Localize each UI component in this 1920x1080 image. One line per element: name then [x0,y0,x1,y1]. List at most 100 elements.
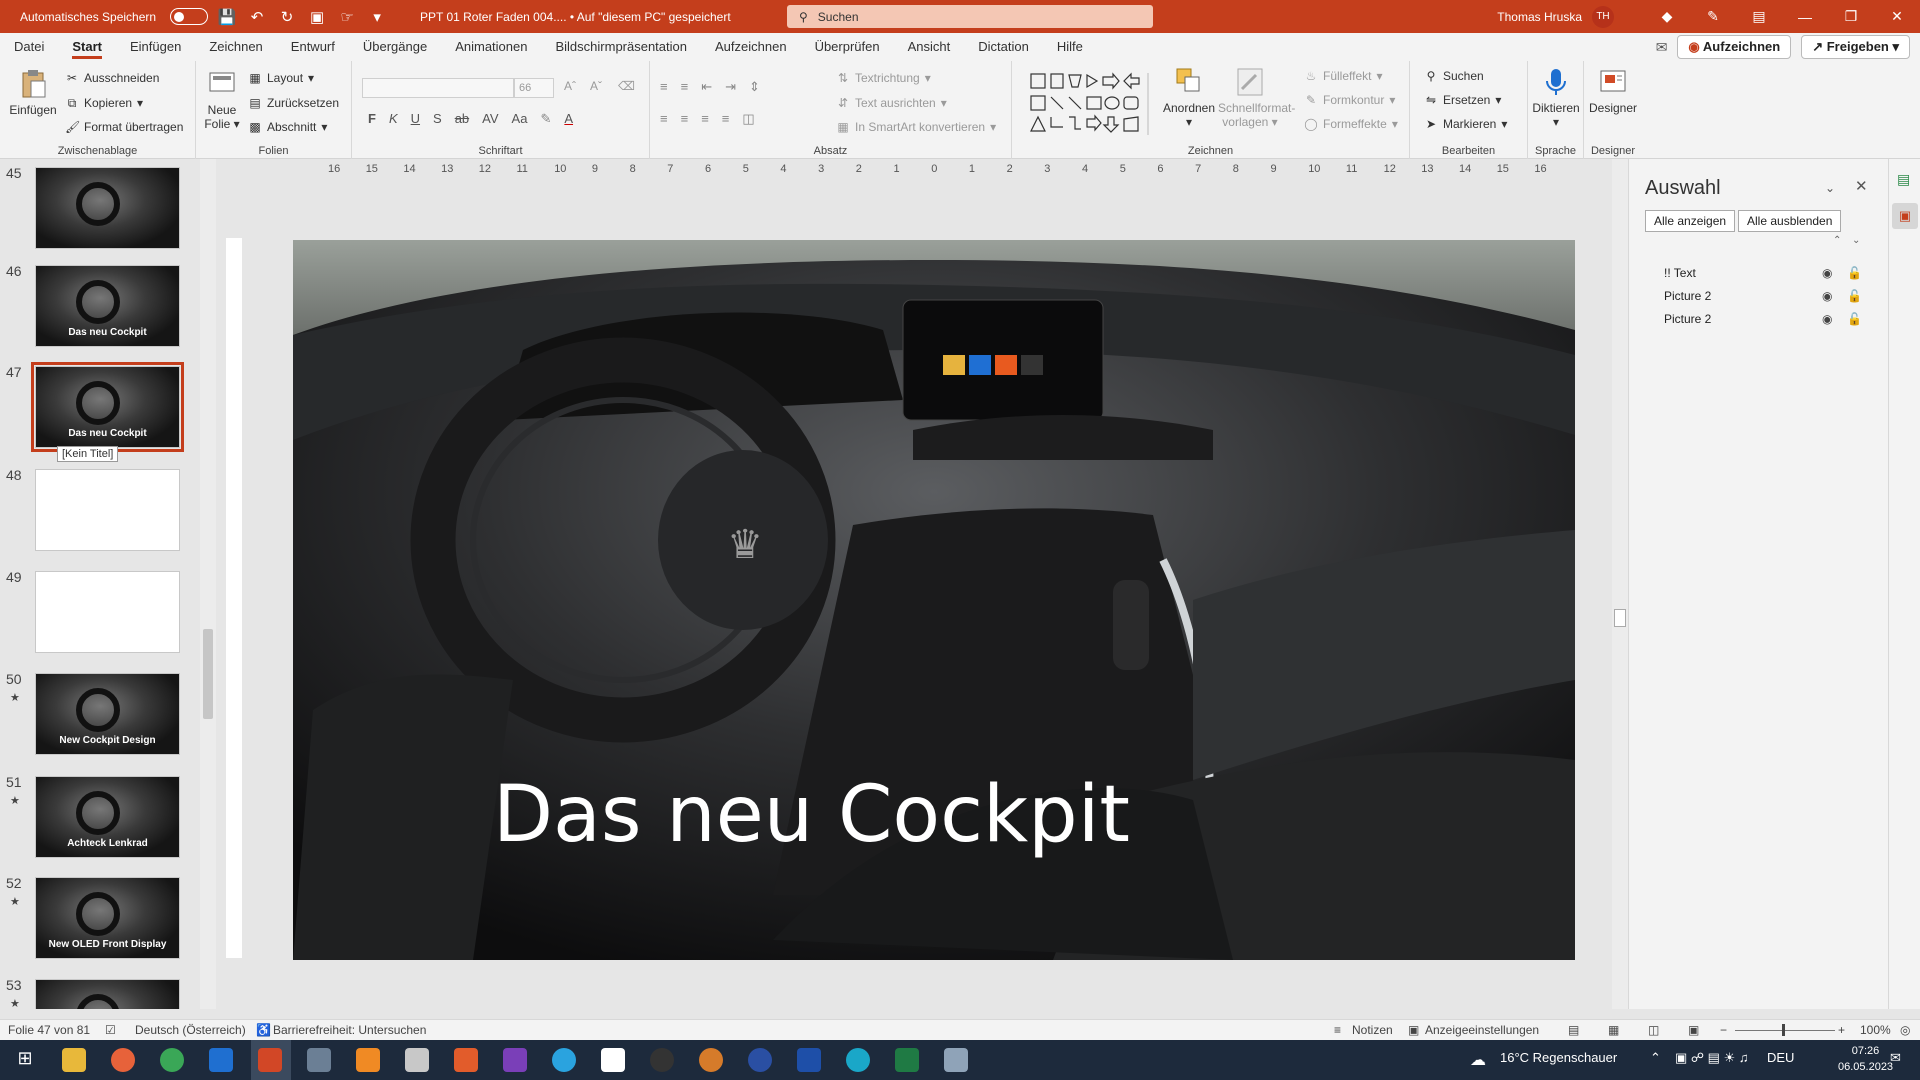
restore-icon[interactable]: ❐ [1828,8,1874,25]
visibility-eye-icon[interactable]: ◉ [1822,312,1832,326]
tab-uebergaenge[interactable]: Übergänge [349,33,441,61]
premium-icon[interactable]: ◆ [1644,8,1690,25]
app-icon[interactable] [748,1048,772,1072]
tab-ansicht[interactable]: Ansicht [894,33,965,61]
designer-button[interactable]: Designer [1586,67,1640,115]
tray-icons[interactable]: ▣ ☍ ▤ ☀ ♫ [1675,1050,1749,1066]
windows-start-icon[interactable]: ⊞ [13,1048,37,1072]
chrome-icon[interactable] [160,1048,184,1072]
slide-thumbnail[interactable]: Das neu Cockpit [35,265,180,347]
highlight-icon[interactable]: ✎ [540,111,551,127]
shape-outline-button[interactable]: ✎ Formkontur ▾ [1304,93,1395,107]
accessibility-check[interactable]: Barrierefreiheit: Untersuchen [273,1023,426,1037]
visibility-eye-icon[interactable]: ◉ [1822,289,1832,303]
font-shrink-button[interactable]: Aˇ [590,79,602,93]
slide-sorter-icon[interactable]: ▦ [1608,1023,1619,1037]
close-pane-icon[interactable]: ✕ [1855,177,1868,195]
clock[interactable]: 07:26 06.05.2023 [1838,1043,1893,1075]
comments-pane-icon[interactable]: ▤ [1897,171,1910,188]
tab-einfuegen[interactable]: Einfügen [116,33,195,61]
font-family-select[interactable] [362,78,514,98]
hide-all-button[interactable]: Alle ausblenden [1738,210,1842,232]
display-settings-icon[interactable]: ▣ [1408,1023,1419,1037]
input-language[interactable]: DEU [1767,1050,1794,1065]
line-spacing-icon[interactable]: ⇕ [749,79,760,95]
selection-pane-icon[interactable]: ▣ [1892,203,1918,229]
change-case-button[interactable]: Aa [512,111,528,127]
fit-slide-icon[interactable]: ◎ [1900,1023,1910,1037]
undo-icon[interactable]: ↶ [246,8,268,26]
weather-icon[interactable]: ☁ [1470,1050,1486,1070]
language-indicator[interactable]: Deutsch (Österreich) [135,1023,246,1037]
underline-button[interactable]: U [411,111,420,127]
file-explorer-icon[interactable] [62,1048,86,1072]
align-center-icon[interactable]: ≡ [681,111,689,127]
show-all-button[interactable]: Alle anzeigen [1645,210,1736,232]
reading-view-icon[interactable]: ◫ [1648,1023,1659,1037]
telegram-icon[interactable] [552,1048,576,1072]
text-direction-button[interactable]: ⇅ Textrichtung ▾ [836,71,931,85]
comments-icon[interactable]: ✉ [1656,39,1668,56]
justify-icon[interactable]: ≡ [722,111,730,127]
replace-button[interactable]: ⇋ Ersetzen ▾ [1424,93,1501,107]
present-icon[interactable]: ▣ [306,8,328,26]
section-button[interactable]: ▩ Abschnitt ▾ [248,120,327,134]
unlock-icon[interactable]: 🔓 [1847,266,1862,280]
slide-thumbnail[interactable]: New Cockpit Design [35,673,180,755]
app-icon[interactable] [454,1048,478,1072]
edge-icon[interactable] [846,1048,870,1072]
display-settings-button[interactable]: Anzeigeeinstellungen [1425,1023,1539,1037]
zoom-slider-handle[interactable] [1782,1024,1785,1036]
document-title[interactable]: PPT 01 Roter Faden 004.... • Auf "diesem… [420,10,780,24]
zoom-out-icon[interactable]: − [1720,1023,1727,1037]
dictate-button[interactable]: Diktieren ▾ [1530,67,1582,129]
selection-item[interactable]: !! Text [1664,266,1696,280]
app-icon[interactable] [601,1048,625,1072]
autosave-toggle[interactable] [170,8,209,25]
save-icon[interactable]: 💾 [216,8,238,26]
word-icon[interactable] [797,1048,821,1072]
slide-thumbnail[interactable] [35,167,180,249]
tab-aufzeichnen[interactable]: Aufzeichnen [701,33,801,61]
firefox-icon[interactable] [111,1048,135,1072]
font-color-button[interactable]: A [564,111,573,127]
unlock-icon[interactable]: 🔓 [1847,289,1862,303]
record-button[interactable]: ◉ Aufzeichnen [1677,35,1792,59]
search-box[interactable]: ⚲ Suchen [787,5,1153,28]
slide-thumbnail[interactable]: Achteck Lenkrad [35,776,180,858]
close-icon[interactable]: ✕ [1874,8,1920,25]
tab-entwurf[interactable]: Entwurf [277,33,349,61]
paste-button[interactable]: Einfügen [8,69,58,117]
copy-button[interactable]: ⧉ Kopieren ▾ [65,96,143,110]
touch-mode-icon[interactable]: ☞ [336,8,358,26]
thumbnail-scrollbar[interactable] [200,159,216,1009]
slide-canvas[interactable]: ♛ Das neu Cockpit [293,240,1575,960]
slide-thumbnail[interactable]: Das neu Cockpit [31,362,184,452]
zoom-in-icon[interactable]: + [1838,1023,1845,1037]
shapes-gallery[interactable] [1020,69,1160,135]
visibility-eye-icon[interactable]: ◉ [1822,266,1832,280]
columns-icon[interactable]: ◫ [742,111,754,127]
align-right-icon[interactable]: ≡ [701,111,709,127]
spellcheck-icon[interactable]: ☑ [105,1023,116,1037]
minimize-icon[interactable]: — [1782,9,1828,25]
powerpoint-icon[interactable] [258,1048,282,1072]
canvas-scrollbar-handle[interactable] [1614,609,1626,627]
move-up-icon[interactable]: ⌃ [1833,235,1841,246]
normal-view-icon[interactable]: ▤ [1568,1023,1579,1037]
slide-thumbnail[interactable]: New OLED Front Display [35,877,180,959]
notes-icon[interactable]: ≡ [1334,1023,1341,1037]
slide-thumbnail[interactable] [35,979,180,1009]
tab-ueberpruefen[interactable]: Überprüfen [801,33,894,61]
excel-icon[interactable] [895,1048,919,1072]
slideshow-icon[interactable]: ▣ [1688,1023,1699,1037]
tab-hilfe[interactable]: Hilfe [1043,33,1097,61]
selection-item[interactable]: Picture 2 [1664,312,1711,326]
tab-bildschirmpraesentation[interactable]: Bildschirmpräsentation [541,33,701,61]
clear-format-icon[interactable]: ⌫ [618,79,635,93]
bullets-icon[interactable]: ≡ [660,79,668,95]
char-spacing-button[interactable]: AV [482,111,498,127]
cut-button[interactable]: ✂ Ausschneiden [65,71,159,85]
accessibility-icon[interactable]: ♿ [256,1023,271,1037]
tab-animationen[interactable]: Animationen [441,33,541,61]
